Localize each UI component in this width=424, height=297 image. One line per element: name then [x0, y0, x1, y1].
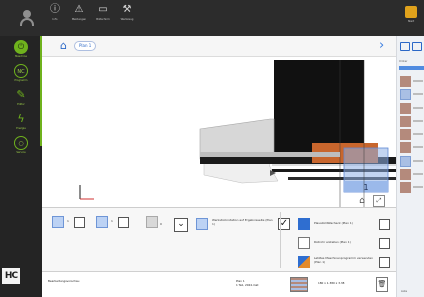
app-window: ⓘ Info ⚠ Meldungen ▭ Bildschirm ⚒ Werkze…: [0, 0, 424, 297]
roll-tube-checkbox[interactable]: [379, 238, 390, 249]
rotate-icon: [96, 216, 108, 228]
start-icon: [405, 6, 417, 18]
list-item[interactable]: [400, 155, 423, 168]
wrench-icon: ⚒: [122, 4, 132, 15]
lightning-icon: ϟ: [17, 112, 25, 125]
sidebar-item-energy[interactable]: ϟ Energie: [6, 112, 36, 136]
bend-icon: [52, 216, 64, 228]
settings-panel: 1 1 0 ⌄ Werkstückrotation auf Ergebnisse…: [42, 207, 396, 271]
folder-icon[interactable]: [400, 42, 410, 51]
selected-row[interactable]: [399, 66, 424, 70]
setting-value: 1: [67, 219, 69, 223]
status-dimensions: 180 x 1.380 x 3.38: [318, 281, 345, 285]
part-scene: 1: [79, 60, 396, 207]
material-swatch: [290, 277, 308, 292]
chevron-down-icon[interactable]: ⌄: [174, 218, 188, 232]
list-item[interactable]: [400, 76, 423, 88]
panel-tabs: [397, 40, 424, 56]
top-toolbar: ⓘ Info ⚠ Meldungen ▭ Bildschirm ⚒ Werkze…: [0, 0, 424, 36]
bar-grey-1: [200, 152, 340, 157]
setting-checkbox[interactable]: [118, 217, 129, 228]
roll-tube-label: Rollrohr erstellen (Plan 1): [314, 240, 351, 244]
circle-icon: ○: [14, 136, 28, 150]
setting-value: 0: [160, 222, 162, 226]
last-program-label: Letztes Maschinenprogramm verwenden (Pla…: [314, 256, 373, 264]
user-icon[interactable]: [20, 10, 34, 26]
trash-icon[interactable]: 🗑: [376, 277, 388, 292]
3d-viewport[interactable]: 1 ⌂ ⤢: [42, 57, 396, 207]
list-item[interactable]: [400, 142, 423, 154]
plausibility-checkbox[interactable]: [379, 219, 390, 230]
tool-button[interactable]: ⚒ Werkzeug: [115, 3, 139, 33]
roll-tube-icon: [298, 237, 310, 249]
divider: [280, 212, 281, 268]
status-preview-label: Bearbeitungsvorschau: [48, 279, 80, 283]
setting-value: 1: [111, 219, 113, 223]
fit-view-icon[interactable]: ⤢: [373, 195, 385, 207]
screen-button[interactable]: ▭ Bildschirm: [91, 3, 115, 33]
status-plan-info: Plan 1 1 Teil, 2024.mat: [236, 279, 259, 287]
list-item[interactable]: [400, 169, 423, 181]
list-icon[interactable]: [412, 42, 422, 51]
list-item[interactable]: [400, 89, 423, 101]
power-icon: ⏻: [14, 40, 28, 54]
sidebar-item-program[interactable]: NC Programm: [6, 64, 36, 88]
plausibility-label: Plausibilitätscheck (Plan 1): [314, 221, 353, 225]
info-icon: ⓘ: [50, 4, 60, 15]
plausibility-icon: [298, 218, 310, 230]
sidebar-item-editor[interactable]: ✎ Editor: [6, 88, 36, 112]
last-program-icon: [298, 256, 310, 268]
start-button[interactable]: Start: [402, 4, 420, 32]
warning-icon: ⚠: [74, 4, 84, 15]
pencil-icon: ✎: [16, 88, 26, 101]
nc-icon: NC: [14, 64, 28, 78]
setting-checkbox[interactable]: [74, 217, 85, 228]
breadcrumb: ⌂ Plan 1 ›: [42, 36, 396, 57]
sidebar: ⏻ Maschine NC Programm ✎ Editor ϟ Energi…: [0, 36, 42, 297]
panel-header: Ordner: [399, 60, 408, 63]
sidebar-item-machine[interactable]: ⏻ Maschine: [6, 40, 36, 64]
panel-footer: Liste: [401, 290, 408, 293]
screen-icon: ▭: [98, 4, 108, 15]
info-button[interactable]: ⓘ Info: [43, 3, 67, 33]
home-view-icon[interactable]: ⌂: [356, 195, 368, 207]
sidebar-item-service[interactable]: ○ Service: [6, 136, 36, 160]
list-item[interactable]: [400, 182, 423, 194]
list-item[interactable]: [400, 115, 423, 128]
list-item[interactable]: [400, 102, 423, 115]
material-list: [400, 76, 423, 196]
warning-button[interactable]: ⚠ Meldungen: [67, 3, 91, 33]
part-rotation-icon: [196, 218, 208, 230]
breadcrumb-item[interactable]: Plan 1: [74, 41, 97, 51]
last-program-checkbox[interactable]: [379, 257, 390, 268]
chevron-right-icon[interactable]: ›: [379, 38, 384, 53]
list-item[interactable]: [400, 129, 423, 141]
status-bar: Bearbeitungsvorschau Plan 1 1 Teil, 2024…: [42, 271, 396, 297]
rotation-option-label: Werkstückrotation auf Ergebnisseite (Pla…: [212, 218, 273, 226]
home-icon[interactable]: ⌂: [60, 40, 67, 52]
gauge-icon: [146, 216, 158, 228]
right-panel: Ordner Liste: [396, 36, 424, 297]
brand-logo: HC: [2, 268, 20, 284]
